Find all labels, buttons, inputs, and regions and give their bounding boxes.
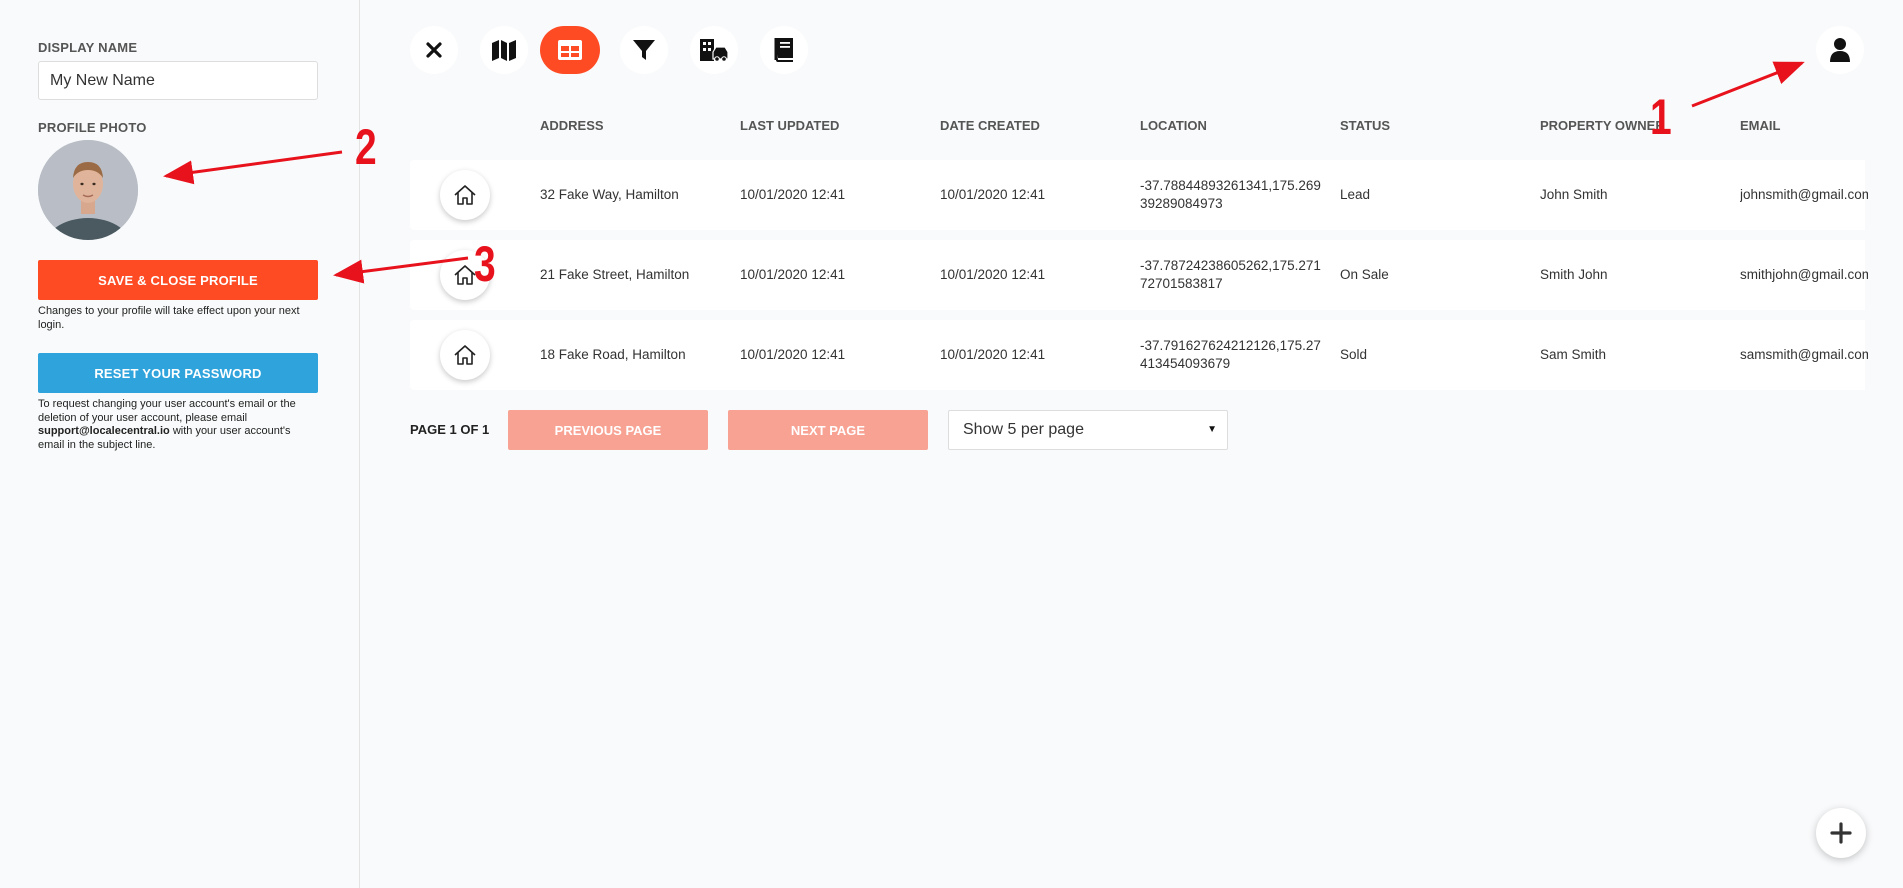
home-icon (454, 345, 476, 365)
close-icon (426, 42, 442, 58)
column-header-property-owner[interactable]: PROPERTY OWNER (1540, 118, 1665, 133)
cell-owner: Smith John (1540, 267, 1608, 282)
previous-page-button[interactable]: PREVIOUS PAGE (508, 410, 708, 450)
column-header-email[interactable]: EMAIL (1740, 118, 1780, 133)
save-close-profile-button[interactable]: SAVE & CLOSE PROFILE (38, 260, 318, 300)
profile-photo-avatar[interactable] (38, 140, 138, 240)
save-note: Changes to your profile will take effect… (38, 305, 300, 331)
reset-password-button[interactable]: RESET YOUR PASSWORD (38, 353, 318, 393)
map-icon (492, 40, 516, 61)
annotation-number-3: 3 (474, 236, 496, 292)
filter-button[interactable] (620, 26, 668, 74)
cell-email: samsmith@gmail.com (1740, 347, 1868, 362)
per-page-select[interactable]: Show 5 per page ▼ (948, 410, 1228, 450)
cell-last-updated: 10/01/2020 12:41 (740, 267, 846, 282)
column-header-date-created[interactable]: DATE CREATED (940, 118, 1040, 133)
cell-owner: Sam Smith (1540, 347, 1607, 362)
cell-address: 18 Fake Road, Hamilton (540, 347, 686, 362)
annotation-number-2: 2 (355, 119, 377, 175)
book-button[interactable] (760, 26, 808, 74)
plus-icon (1830, 822, 1852, 844)
display-name-label: DISPLAY NAME (38, 40, 138, 55)
table-row[interactable]: 18 Fake Road, Hamilton 10/01/2020 12:41 … (410, 320, 1868, 390)
column-header-location[interactable]: LOCATION (1140, 118, 1207, 133)
next-page-button[interactable]: NEXT PAGE (728, 410, 928, 450)
display-name-input[interactable] (38, 61, 318, 100)
profile-photo-image (38, 140, 138, 240)
cell-status: Lead (1340, 187, 1371, 202)
column-header-status[interactable]: STATUS (1340, 118, 1390, 133)
buildings-button[interactable] (690, 26, 738, 74)
reset-note: To request changing your user account's … (38, 398, 318, 452)
cell-status: On Sale (1340, 267, 1389, 282)
home-icon (454, 185, 476, 205)
cell-location: -37.78844893261341,175.26939289084973 (1140, 178, 1321, 211)
cell-status: Sold (1340, 347, 1368, 362)
filter-icon (633, 40, 655, 60)
buildings-car-icon (700, 39, 729, 62)
table-icon (558, 40, 582, 60)
cell-location: -37.791627624212126,175.27413454093679 (1140, 338, 1321, 371)
cell-email: johnsmith@gmail.com (1740, 187, 1868, 202)
add-property-button[interactable] (1816, 808, 1866, 858)
annotation-arrow-1 (1691, 61, 1805, 108)
cell-address: 32 Fake Way, Hamilton (540, 187, 679, 202)
cell-date-created: 10/01/2020 12:41 (940, 267, 1046, 282)
cell-date-created: 10/01/2020 12:41 (940, 187, 1046, 202)
column-header-address[interactable]: ADDRESS (540, 118, 604, 133)
cell-address: 21 Fake Street, Hamilton (540, 267, 690, 282)
cell-last-updated: 10/01/2020 12:41 (740, 347, 846, 362)
annotation-number-1: 1 (1650, 89, 1672, 145)
support-email: support@localecentral.io (38, 425, 170, 437)
cell-date-created: 10/01/2020 12:41 (940, 347, 1046, 362)
property-home-button[interactable] (440, 330, 490, 380)
table-view-button[interactable] (540, 26, 600, 74)
user-profile-button[interactable] (1816, 26, 1864, 74)
page-indicator: PAGE 1 OF 1 (410, 422, 490, 437)
cell-owner: John Smith (1540, 187, 1608, 202)
book-icon (774, 38, 793, 62)
profile-sidebar: DISPLAY NAME PROFILE PHOTO SAVE & CLOSE … (0, 0, 360, 888)
cell-location: -37.78724238605262,175.27172701583817 (1140, 258, 1321, 291)
reset-note-text: To request changing your user account's … (38, 398, 296, 424)
cell-last-updated: 10/01/2020 12:41 (740, 187, 846, 202)
chevron-down-icon: ▼ (1207, 424, 1217, 435)
property-home-button[interactable] (440, 170, 490, 220)
map-view-button[interactable] (480, 26, 528, 74)
close-button[interactable] (410, 26, 458, 74)
per-page-value: Show 5 per page (963, 421, 1084, 438)
table-row[interactable]: 21 Fake Street, Hamilton 10/01/2020 12:4… (410, 240, 1868, 310)
cell-email: smithjohn@gmail.com (1740, 267, 1868, 282)
user-icon (1830, 38, 1850, 62)
table-row[interactable]: 32 Fake Way, Hamilton 10/01/2020 12:41 1… (410, 160, 1868, 230)
profile-photo-label: PROFILE PHOTO (38, 120, 147, 135)
column-header-last-updated[interactable]: LAST UPDATED (740, 118, 839, 133)
